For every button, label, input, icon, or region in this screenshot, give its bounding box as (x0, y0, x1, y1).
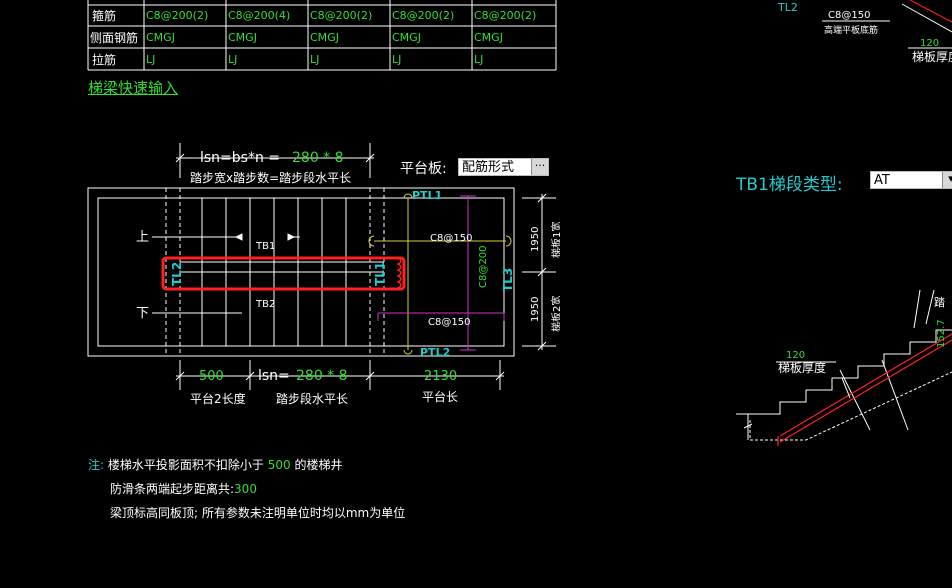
ptl2-label[interactable]: PTL2 (420, 346, 450, 359)
notes: 注: 楼梯水平投影面积不扣除小于 500 的楼梯井 防滑条两端起步距离共:300… (88, 456, 405, 528)
note-line-1: 楼梯水平投影面积不扣除小于 (107, 458, 264, 472)
rebar-top[interactable]: C8@150 (430, 233, 472, 244)
chevron-down-icon[interactable]: ▾ (942, 172, 952, 188)
width-1-value[interactable]: 1950 (530, 227, 541, 252)
note-line-3: 梁顶标高同板顶; 所有参数未注明单位时均以mm为单位 (110, 506, 406, 520)
note-line-2: 防滑条两端起步距离共: (110, 482, 235, 496)
section-side-text: 踏 (934, 295, 945, 309)
bottom-dim-2-prefix: lsn= (258, 368, 290, 384)
bottom-dim-2-value[interactable]: 280 * 8 (296, 368, 348, 384)
top-dim-caption: 踏步宽x踏步数=踏步段水平长 (190, 170, 351, 185)
bottom-dim-3-value[interactable]: 2130 (424, 369, 457, 384)
platform-select[interactable]: 配筋形式 ··· (458, 158, 549, 176)
stair-section: 120 梯板厚度 152.7 踏 (736, 290, 952, 446)
selection-box (161, 256, 406, 291)
right-top-fragment: TL2 C8@150 高端平板底筋 120 梯板厚度 (777, 0, 952, 64)
section-dim[interactable]: 120 (786, 350, 805, 361)
top-dim-value[interactable]: 280 * 8 (292, 150, 344, 166)
segment-type-value: AT (874, 173, 890, 188)
down-label: 下 (136, 306, 149, 321)
up-label: 上 (136, 230, 149, 245)
bottom-dim-1-label: 平台2长度 (190, 391, 246, 406)
ellipsis-icon[interactable]: ··· (531, 159, 548, 175)
bottom-dim-1-value[interactable]: 500 (199, 369, 224, 384)
rebar-vertical[interactable]: C8@200 (478, 246, 489, 288)
right-thickness: 梯板厚度 (912, 49, 952, 64)
width-2-value[interactable]: 1950 (530, 297, 541, 322)
tb2-label: TB2 (255, 299, 275, 310)
segment-type-select[interactable]: AT ▾ (870, 171, 952, 189)
note-line-1-suffix: 的楼梯井 (290, 458, 343, 472)
right-rebar[interactable]: C8@150 (828, 10, 870, 21)
bottom-dim-3-label: 平台长 (422, 389, 458, 404)
section-thickness: 梯板厚度 (778, 360, 826, 375)
tb1-label: TB1 (255, 241, 275, 252)
segment-type-label: TB1梯段类型: (736, 175, 843, 195)
bottom-dim-2-label: 踏步段水平长 (276, 391, 348, 406)
platform-label: 平台板: (400, 161, 447, 177)
top-dim-label: lsn=bs*n = (200, 150, 280, 166)
notes-prefix: 注: (88, 458, 105, 472)
rebar-bottom[interactable]: C8@150 (428, 317, 470, 328)
section-side-value[interactable]: 152.7 (936, 319, 947, 348)
tl3-label[interactable]: TL3 (501, 268, 515, 292)
stair-plan: lsn=bs*n = 280 * 8 踏步宽x踏步数=踏步段水平长 上 下 TB… (87, 143, 560, 406)
width-2-label: 梯板2宽 (550, 296, 560, 332)
right-tl2-label[interactable]: TL2 (777, 1, 798, 14)
ptl1-label[interactable]: PTL1 (412, 189, 442, 202)
right-dim[interactable]: 120 (920, 38, 939, 49)
tl2-label[interactable]: TL2 (170, 262, 184, 286)
note-line-1-value[interactable]: 500 (268, 458, 291, 472)
note-line-2-value[interactable]: 300 (234, 482, 257, 496)
width-1-label: 梯板1宽 (550, 222, 560, 258)
platform-select-value: 配筋形式 (462, 160, 515, 175)
tl1-label[interactable]: TL1 (373, 262, 387, 286)
right-caption: 高端平板底筋 (824, 24, 878, 36)
